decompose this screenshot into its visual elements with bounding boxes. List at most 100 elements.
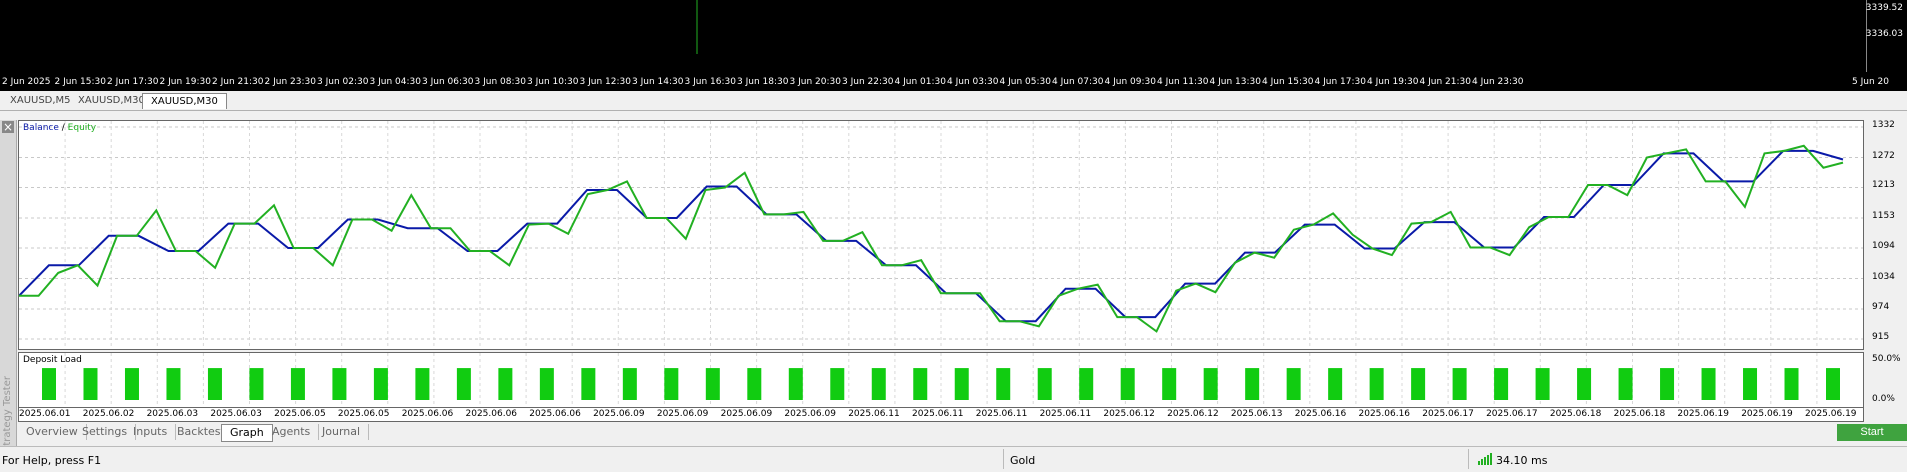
date-label: 2025.06.06 — [529, 409, 581, 419]
deposit-load-bar — [1037, 368, 1052, 400]
date-label: 2025.06.03 — [210, 409, 262, 419]
deposit-load-bar — [1328, 368, 1343, 400]
legend-separator: / — [58, 123, 68, 133]
time-label: 2 Jun 19:30 — [159, 77, 211, 87]
deposit-load-bar — [705, 368, 720, 400]
date-label: 2025.06.17 — [1422, 409, 1474, 419]
price-chart[interactable] — [0, 0, 1866, 72]
time-label: 4 Jun 23:30 — [1472, 77, 1524, 87]
equity-line — [19, 144, 1844, 333]
date-label: 2025.06.16 — [1358, 409, 1411, 419]
deposit-load-bar — [124, 368, 139, 400]
deposit-axis-min: 0.0% — [1872, 394, 1895, 404]
date-axis: 2025.06.01 2025.06.02 2025.06.03 2025.06.03… — [18, 408, 1864, 422]
deposit-load-bar — [373, 368, 388, 400]
balance-tick-label: 1034 — [1872, 271, 1895, 282]
time-label: 2 Jun 21:30 — [212, 77, 264, 87]
price-axis: 3339.52 3336.03 — [1866, 0, 1907, 72]
deposit-load-bar — [1660, 368, 1675, 400]
time-label: 3 Jun 14:30 — [632, 77, 684, 87]
balance-equity-svg — [19, 121, 1863, 349]
date-label: 2025.06.11 — [848, 409, 900, 419]
time-label: 4 Jun 17:30 — [1314, 77, 1366, 87]
deposit-axis-max: 50.0% — [1872, 354, 1901, 364]
date-label: 2025.06.01 — [19, 409, 71, 419]
date-label: 2025.06.02 — [82, 409, 135, 419]
date-label: 2025.06.18 — [1549, 409, 1602, 419]
balance-tick-label: 974 — [1872, 302, 1890, 312]
time-label: 3 Jun 02:30 — [317, 77, 369, 87]
time-label: 4 Jun 03:30 — [947, 77, 999, 87]
time-label: 5 Jun 20 — [1852, 77, 1889, 87]
date-label: 2025.06.09 — [784, 409, 836, 419]
date-label: 2025.06.19 — [1741, 409, 1793, 419]
time-axis: 2 Jun 2025 2 Jun 15:30 2 Jun 17:30 2 Jun 19… — [0, 72, 1907, 91]
tab-xauusd-m30[interactable]: XAUUSD,M30 — [70, 93, 153, 108]
time-label: 4 Jun 15:30 — [1262, 77, 1314, 87]
status-bar: For Help, press F1 Gold 34.10 ms — [0, 446, 1907, 472]
deposit-load-bar — [1784, 368, 1799, 400]
date-label: 2025.06.16 — [1294, 409, 1347, 419]
date-label: 2025.06.09 — [720, 409, 773, 419]
status-symbol: Gold — [1010, 454, 1036, 467]
deposit-load-bar — [830, 368, 845, 400]
date-label: 2025.06.06 — [465, 409, 518, 419]
time-label: 2 Jun 17:30 — [107, 77, 159, 87]
strategy-tester-sidebar: Strategy Tester — [0, 120, 17, 452]
deposit-load-bar — [42, 368, 56, 400]
deposit-load-bar — [954, 368, 969, 400]
deposit-load-svg — [42, 353, 1840, 407]
tab-journal[interactable]: Journal — [314, 424, 370, 440]
date-label: 2025.06.11 — [912, 409, 964, 419]
time-label: 4 Jun 07:30 — [1052, 77, 1104, 87]
deposit-load-bar — [332, 368, 347, 400]
tab-xauusd-m30-active[interactable]: XAUUSD,M30 — [142, 93, 227, 109]
deposit-load-bar — [539, 368, 554, 400]
balance-axis: 1332 1272 1213 1153 1094 1034 974 915 — [1866, 120, 1907, 350]
deposit-load-bar — [1245, 368, 1260, 400]
time-label: 3 Jun 18:30 — [737, 77, 789, 87]
tab-agents[interactable]: Agents — [264, 424, 320, 440]
deposit-load-bar — [1494, 368, 1509, 400]
time-label: 4 Jun 21:30 — [1419, 77, 1471, 87]
deposit-load-bar — [1577, 368, 1592, 400]
tester-tabs: Overview Settings Inputs Backtest Graph … — [18, 423, 1907, 442]
date-label: 2025.06.19 — [1805, 409, 1857, 419]
time-label: 3 Jun 22:30 — [842, 77, 894, 87]
deposit-load-bar — [290, 368, 305, 400]
time-label: 3 Jun 06:30 — [422, 77, 474, 87]
deposit-load-bar — [1120, 368, 1135, 400]
time-label: 4 Jun 19:30 — [1367, 77, 1419, 87]
signal-icon — [1478, 453, 1494, 468]
legend-equity: Equity — [67, 123, 97, 133]
time-label: 4 Jun 09:30 — [1104, 77, 1156, 87]
date-label: 2025.06.11 — [975, 409, 1028, 419]
deposit-load-bar — [1411, 368, 1426, 400]
date-label: 2025.06.12 — [1103, 409, 1155, 419]
time-label: 3 Jun 08:30 — [474, 77, 526, 87]
tab-xauusd-m5[interactable]: XAUUSD,M5 — [2, 93, 79, 108]
time-label: 4 Jun 05:30 — [999, 77, 1051, 87]
price-label: 3336.03 — [1865, 29, 1903, 39]
status-help: For Help, press F1 — [2, 454, 102, 467]
close-icon[interactable]: × — [2, 121, 14, 133]
date-label: 2025.06.06 — [401, 409, 454, 419]
date-label: 2025.06.05 — [337, 409, 390, 419]
date-label: 2025.06.09 — [593, 409, 645, 419]
deposit-load-bar — [1743, 368, 1758, 400]
date-label: 2025.06.11 — [1039, 409, 1092, 419]
time-label: 2 Jun 15:30 — [54, 77, 106, 87]
time-label: 3 Jun 16:30 — [684, 77, 736, 87]
date-label: 2025.06.12 — [1167, 409, 1219, 419]
balance-tick-label: 1272 — [1872, 150, 1895, 161]
start-button[interactable]: Start — [1837, 424, 1907, 441]
price-label: 3339.52 — [1865, 3, 1903, 13]
balance-tick-label: 1213 — [1872, 180, 1895, 191]
date-label: 2025.06.18 — [1613, 409, 1666, 419]
chart-tabs: XAUUSD,M5 XAUUSD,M30 XAUUSD,M30 — [0, 92, 1907, 111]
deposit-load-bar — [788, 368, 803, 400]
date-label: 2025.06.19 — [1677, 409, 1729, 419]
date-label: 2025.06.13 — [1230, 409, 1283, 419]
balance-equity-graph: Balance / Equity — [18, 120, 1864, 350]
deposit-load-bar — [1162, 368, 1177, 400]
